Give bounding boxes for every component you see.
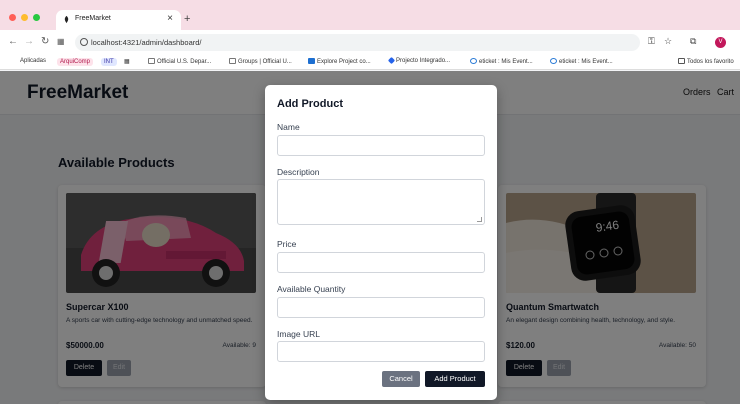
description-textarea[interactable]: [277, 179, 485, 225]
tab-search-icon[interactable]: ▦: [57, 36, 65, 48]
add-product-modal: Add Product Name Description Price Avail…: [265, 85, 497, 400]
minimize-window-button[interactable]: [21, 14, 28, 21]
bookmark-item[interactable]: INT: [101, 58, 117, 66]
bookmark-star-icon[interactable]: ☆: [664, 36, 672, 47]
jira-icon: [387, 56, 396, 65]
omnibox[interactable]: localhost:4321/admin/dashboard/: [75, 34, 640, 51]
tab-title: FreeMarket: [75, 15, 111, 22]
add-product-button[interactable]: Add Product: [425, 371, 485, 387]
bookmark-item[interactable]: Explore Project co...: [308, 58, 371, 65]
url-text: localhost:4321/admin/dashboard/: [91, 38, 202, 47]
name-input[interactable]: [277, 135, 485, 156]
modal-title: Add Product: [277, 98, 343, 110]
link-icon: [148, 58, 155, 64]
site-info-icon[interactable]: [80, 38, 88, 46]
password-key-icon[interactable]: ⚿: [648, 36, 655, 47]
name-label: Name: [277, 122, 300, 132]
bookmark-folder[interactable]: Todos los favorito: [678, 58, 734, 65]
extensions-icon[interactable]: ⧉: [690, 36, 696, 47]
bookmark-item[interactable]: Aplicadas: [20, 58, 46, 64]
maximize-window-button[interactable]: [33, 14, 40, 21]
bookmark-item[interactable]: eticket : Mis Event...: [470, 58, 533, 65]
bookmarks-bar: Aplicadas ArquiComp INT ▦ Official U.S. …: [0, 55, 740, 70]
bookmark-item[interactable]: Official U.S. Depar...: [148, 58, 211, 65]
resize-handle-icon[interactable]: [477, 217, 482, 222]
bookmark-item[interactable]: eticket : Mis Event...: [550, 58, 613, 65]
forward-icon[interactable]: →: [24, 36, 34, 48]
apps-icon[interactable]: ▦: [124, 58, 130, 65]
link-icon: [229, 58, 236, 64]
edge-icon: [470, 58, 477, 64]
profile-avatar[interactable]: V: [715, 37, 726, 48]
project-icon: [308, 58, 315, 64]
edge-icon: [550, 58, 557, 64]
tab-bar: FreeMarket × +: [0, 0, 740, 30]
new-tab-button[interactable]: +: [184, 14, 190, 25]
back-icon[interactable]: ←: [8, 36, 18, 48]
price-label: Price: [277, 239, 297, 249]
address-toolbar: ← → ↻ ▦ localhost:4321/admin/dashboard/ …: [0, 30, 740, 55]
favicon-icon: [64, 15, 69, 24]
folder-icon: [678, 58, 685, 64]
quantity-label: Available Quantity: [277, 284, 346, 294]
cancel-button[interactable]: Cancel: [382, 371, 420, 387]
image-url-label: Image URL: [277, 329, 320, 339]
close-tab-icon[interactable]: ×: [167, 13, 173, 24]
browser-window: FreeMarket × + ← → ↻ ▦ localhost:4321/ad…: [0, 0, 740, 404]
image-url-input[interactable]: [277, 341, 485, 362]
bookmark-item[interactable]: Groups | Official U...: [229, 58, 292, 65]
description-label: Description: [277, 167, 320, 177]
browser-tab[interactable]: FreeMarket ×: [56, 10, 181, 30]
bookmark-item[interactable]: ArquiComp: [57, 58, 94, 66]
price-input[interactable]: [277, 252, 485, 273]
quantity-input[interactable]: [277, 297, 485, 318]
reload-icon[interactable]: ↻: [41, 36, 49, 48]
close-window-button[interactable]: [9, 14, 16, 21]
bookmark-item[interactable]: Projecto Integrado...: [387, 56, 450, 65]
